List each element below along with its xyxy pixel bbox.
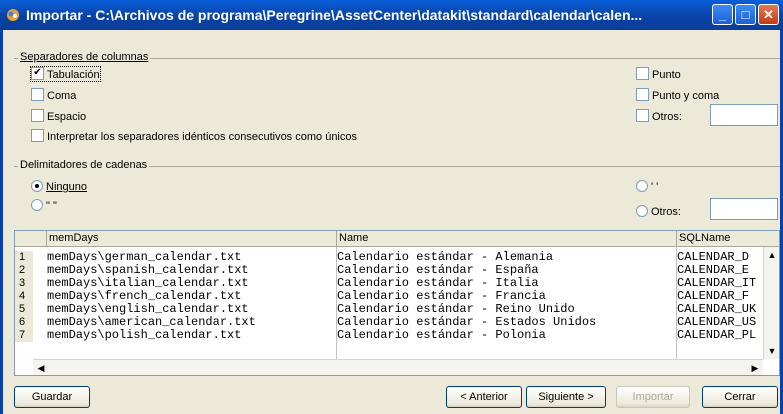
column-header[interactable]: memDays [47, 231, 337, 247]
comma-label: Coma [47, 90, 77, 102]
consecutive-checkbox[interactable]: Interpretar los separadores idénticos co… [31, 129, 357, 143]
next-button[interactable]: Siguiente > [526, 386, 606, 408]
preview-grid[interactable]: memDays Name SQLName 1 memDays\german_cal… [14, 230, 780, 376]
cell-sqlname: CALENDAR_IT [677, 277, 757, 290]
row-number: 3 [15, 277, 33, 290]
separators-title: Separadores de columnas [18, 51, 151, 63]
scroll-down-icon[interactable]: ▼ [764, 343, 779, 359]
horizontal-scrollbar[interactable]: ◀ ▶ [33, 359, 763, 375]
table-row[interactable]: 4 memDays\french_calendar.txt Calendario e… [15, 290, 763, 303]
grid-corner-header [15, 231, 47, 247]
scroll-left-icon[interactable]: ◀ [33, 360, 49, 375]
cell-sqlname: CALENDAR_E [677, 264, 750, 277]
checkbox-box [31, 88, 44, 101]
cell-name: Calendario estándar - Alemania [337, 251, 554, 264]
scroll-up-icon[interactable]: ▲ [764, 247, 779, 263]
delimiters-title: Delimitadores de cadenas [18, 159, 150, 171]
close-window-button[interactable]: ✕ [758, 4, 779, 25]
cell-name: Calendario estándar - Francia [337, 290, 546, 303]
table-row[interactable]: 5 memDays\english_calendar.txt Calendario … [15, 303, 763, 316]
table-row[interactable]: 3 memDays\italian_calendar.txt Calendario … [15, 277, 763, 290]
other-separator-checkbox[interactable]: Otros: [636, 109, 682, 123]
radio-dot [31, 180, 43, 192]
table-row[interactable]: 6 memDays\american_calendar.txt Calendario… [15, 316, 763, 329]
maximize-icon: □ [741, 7, 750, 22]
row-number: 7 [15, 329, 33, 342]
cell-memdays: memDays\spanish_calendar.txt [47, 264, 249, 277]
space-label: Espacio [47, 111, 87, 123]
other-separator-input[interactable] [710, 104, 778, 126]
row-number: 5 [15, 303, 33, 316]
comma-checkbox[interactable]: Coma [31, 88, 76, 102]
single-quote-radio[interactable]: ' ' [636, 180, 658, 194]
table-row[interactable]: 7 memDays\polish_calendar.txt Calendario e… [15, 329, 763, 342]
cell-sqlname: CALENDAR_D [677, 251, 750, 264]
other-delimiter-radio[interactable]: Otros: [636, 205, 681, 219]
window-title: Importar - C:\Archivos de programa\Pereg… [26, 7, 643, 23]
double-quote-radio[interactable]: " " [31, 199, 57, 213]
cell-name: Calendario estándar - Italia [337, 277, 539, 290]
point-label: Punto [652, 69, 681, 81]
consecutive-label: Interpretar los separadores idénticos co… [47, 131, 357, 143]
point-checkbox[interactable]: Punto [636, 67, 681, 81]
table-row[interactable]: 2 memDays\spanish_calendar.txt Calendario … [15, 264, 763, 277]
cell-sqlname: CALENDAR_US [677, 316, 757, 329]
minimize-icon: _ [718, 7, 727, 22]
double-quote-label: " " [46, 200, 57, 212]
close-button[interactable]: Cerrar [702, 386, 778, 408]
checkbox-box [31, 67, 44, 80]
checkbox-box [31, 109, 44, 122]
close-icon: ✕ [763, 7, 774, 22]
minimize-button[interactable]: _ [712, 4, 733, 25]
checkbox-box [636, 88, 649, 101]
checkbox-box [31, 129, 44, 142]
radio-dot [636, 205, 648, 217]
radio-dot [636, 180, 648, 192]
cell-memdays: memDays\polish_calendar.txt [47, 329, 242, 342]
other-delimiter-label: Otros: [651, 206, 681, 218]
import-button[interactable]: Importar [616, 386, 690, 408]
row-number: 6 [15, 316, 33, 329]
cell-name: Calendario estándar - Reino Unido [337, 303, 575, 316]
back-button[interactable]: < Anterior [446, 386, 522, 408]
cell-name: Calendario estándar - Polonia [337, 329, 546, 342]
cell-memdays: memDays\english_calendar.txt [47, 303, 249, 316]
cell-name: Calendario estándar - Estados Unidos [337, 316, 597, 329]
cell-memdays: memDays\german_calendar.txt [47, 251, 242, 264]
row-number: 1 [15, 251, 33, 264]
tab-label: Tabulación [47, 69, 100, 81]
save-button[interactable]: Guardar [14, 386, 90, 408]
maximize-button[interactable]: □ [735, 4, 756, 25]
single-quote-label: ' ' [651, 181, 659, 193]
cell-name: Calendario estándar - España [337, 264, 539, 277]
none-radio[interactable]: Ninguno [31, 180, 87, 194]
radio-dot [31, 199, 43, 211]
cell-memdays: memDays\american_calendar.txt [47, 316, 256, 329]
table-row[interactable]: 1 memDays\german_calendar.txt Calendario e… [15, 251, 763, 264]
other-separator-label: Otros: [652, 111, 682, 123]
scroll-right-icon[interactable]: ▶ [747, 360, 763, 375]
app-icon [7, 9, 19, 21]
space-checkbox[interactable]: Espacio [31, 109, 86, 123]
cell-sqlname: CALENDAR_PL [677, 329, 757, 342]
other-delimiter-input[interactable] [710, 198, 778, 220]
semicolon-checkbox[interactable]: Punto y coma [636, 88, 719, 102]
tab-checkbox[interactable]: Tabulación [30, 66, 101, 82]
column-header[interactable]: Name [337, 231, 677, 247]
cell-memdays: memDays\french_calendar.txt [47, 290, 242, 303]
cell-memdays: memDays\italian_calendar.txt [47, 277, 249, 290]
row-number: 2 [15, 264, 33, 277]
vertical-scrollbar[interactable]: ▲ ▼ [763, 247, 779, 359]
checkbox-box [636, 109, 649, 122]
cell-sqlname: CALENDAR_UK [677, 303, 757, 316]
none-label: Ninguno [46, 181, 87, 193]
cell-sqlname: CALENDAR_F [677, 290, 750, 303]
row-number: 4 [15, 290, 33, 303]
semicolon-label: Punto y coma [652, 90, 720, 102]
checkbox-box [636, 67, 649, 80]
title-bar[interactable]: Importar - C:\Archivos de programa\Pereg… [0, 0, 783, 30]
column-header[interactable]: SQLName [677, 231, 779, 247]
